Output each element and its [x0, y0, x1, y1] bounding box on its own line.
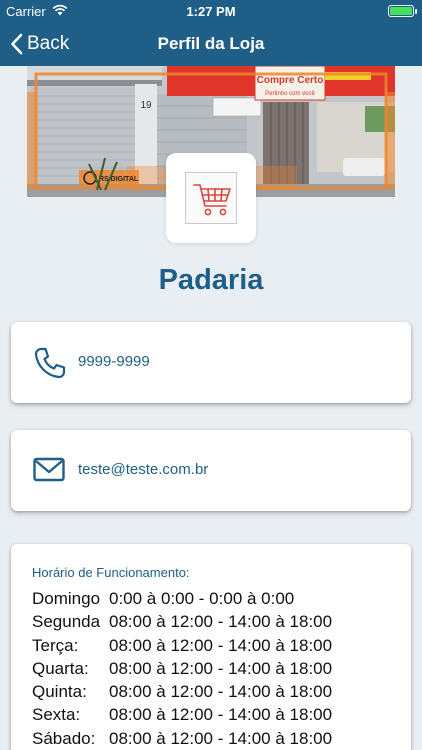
opening-hours-card: Horário de Funcionamento: Domingo 0:00 à … — [11, 544, 411, 750]
clock: 1:27 PM — [186, 4, 236, 19]
hours-day: Domingo — [32, 589, 101, 608]
store-logo — [166, 153, 256, 243]
hours-day: Sexta: — [32, 705, 81, 725]
opening-hours-list: Domingo 0:00 à 0:00 - 0:00 à 0:00 Segunda… — [32, 587, 332, 750]
envelope-icon — [33, 457, 65, 488]
hours-day: Terça: — [32, 635, 79, 655]
battery-icon — [388, 5, 417, 17]
store-name: Padaria — [158, 264, 264, 296]
hours-row: Segunda 08:00 à 12:00 - 14:00 à 18:00 — [32, 610, 332, 633]
email-address: teste@teste.com.br — [78, 461, 209, 478]
store-logo-frame — [185, 172, 237, 224]
hours-day: Segunda — [32, 612, 101, 632]
hours-row: Sexta: 08:00 à 12:00 - 14:00 à 18:00 — [32, 703, 332, 726]
banner-sign-left: RS DIGITAL — [99, 176, 139, 183]
banner-number: 19 — [140, 100, 152, 111]
phone-card[interactable]: 9999-9999 — [11, 322, 411, 403]
status-bar: Carrier 1:27 PM — [0, 0, 422, 22]
hours-row: Quinta: 08:00 à 12:00 - 14:00 à 18:00 — [32, 680, 332, 703]
phone-number: 9999-9999 — [78, 353, 150, 370]
hours-time: 08:00 à 12:00 - 14:00 à 18:00 — [109, 635, 333, 655]
hours-time: 08:00 à 12:00 - 14:00 à 18:00 — [109, 682, 333, 702]
hours-day: Quarta: — [32, 658, 89, 678]
banner-sign-main: Compre Certo — [257, 75, 324, 86]
email-card[interactable]: teste@teste.com.br — [11, 430, 411, 511]
hours-time: 0:00 à 0:00 - 0:00 à 0:00 — [109, 589, 295, 608]
hours-time: 08:00 à 12:00 - 14:00 à 18:00 — [109, 612, 333, 632]
hours-time: 08:00 à 12:00 - 14:00 à 18:00 — [109, 728, 333, 748]
hours-row: Domingo 0:00 à 0:00 - 0:00 à 0:00 — [32, 587, 332, 610]
phone-icon — [33, 346, 67, 385]
page-title: Perfil da Loja — [157, 34, 265, 53]
banner-sign-tagline: Pertinho com você — [265, 91, 315, 97]
hours-time: 08:00 à 12:00 - 14:00 à 18:00 — [109, 705, 333, 725]
hours-time: 08:00 à 12:00 - 14:00 à 18:00 — [109, 658, 333, 678]
hours-day: Quinta: — [32, 682, 87, 702]
hours-row: Quarta: 08:00 à 12:00 - 14:00 à 18:00 — [32, 657, 332, 680]
hours-row: Sábado: 08:00 à 12:00 - 14:00 à 18:00 — [32, 727, 332, 750]
navigation-bar: Back Perfil da Loja — [0, 22, 422, 66]
hours-row: Terça: 08:00 à 12:00 - 14:00 à 18:00 — [32, 634, 332, 657]
opening-hours-title: Horário de Funcionamento: — [32, 565, 190, 580]
shopping-cart-icon — [193, 184, 231, 216]
hours-day: Sábado: — [32, 728, 96, 748]
